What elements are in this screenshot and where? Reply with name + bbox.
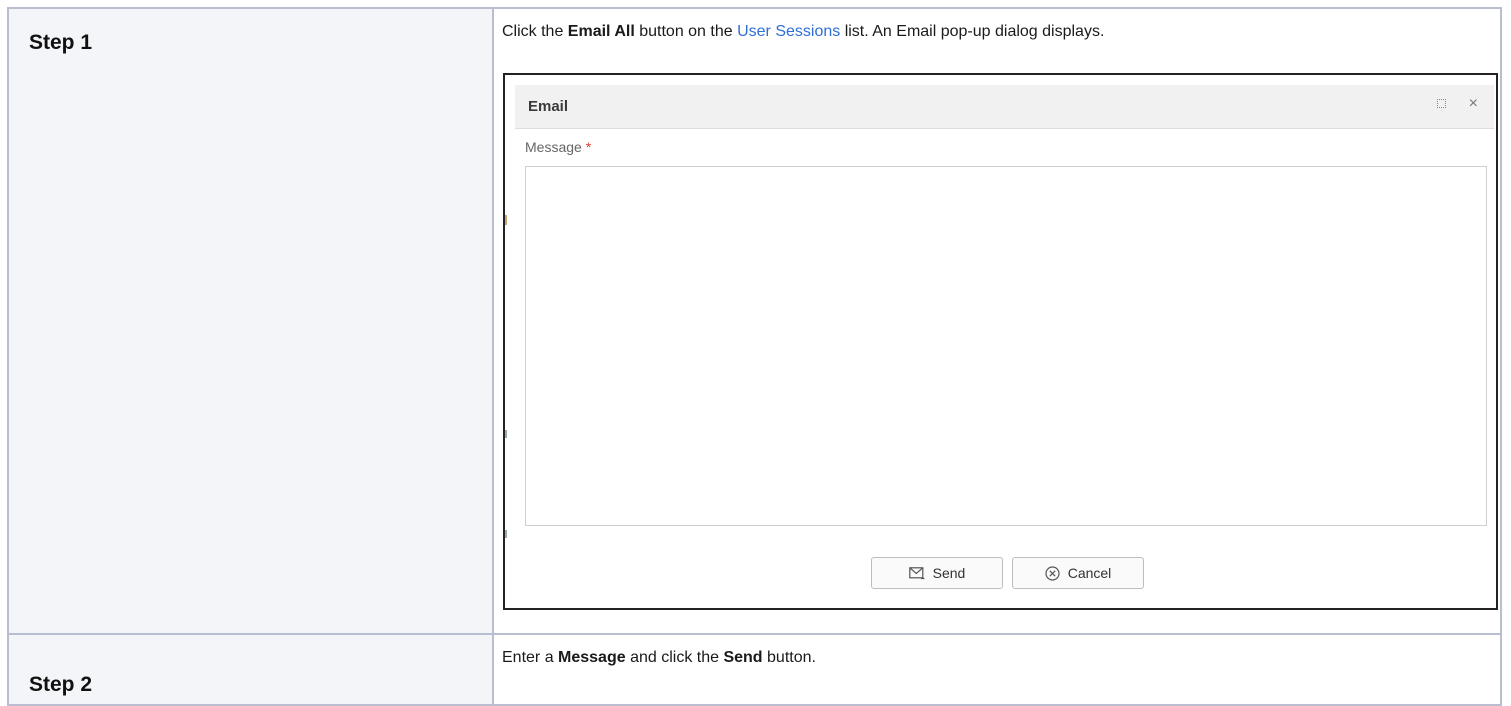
step-label: Step 1 (29, 31, 93, 54)
dialog-title: Email (528, 98, 569, 115)
instruction-text: button. (762, 649, 816, 666)
edge-artifact (505, 215, 507, 225)
cancel-button-label: Cancel (1067, 565, 1112, 581)
cancel-circle-icon (1045, 565, 1060, 581)
message-label-text: Message (525, 139, 582, 155)
dialog-body: Message * Send Cancel (515, 129, 1494, 608)
edge-artifact (505, 530, 507, 538)
instruction-text: Enter a (502, 649, 559, 666)
maximize-icon[interactable] (1437, 99, 1446, 108)
message-textarea[interactable] (525, 166, 1487, 526)
edge-artifact (505, 430, 507, 438)
step-instruction: Enter a Message and click the Send butto… (494, 635, 1500, 668)
step-content-cell: Enter a Message and click the Send butto… (492, 633, 1502, 706)
cancel-button[interactable]: Cancel (1012, 557, 1144, 589)
required-marker: * (585, 139, 592, 155)
user-sessions-link[interactable]: User Sessions (737, 23, 840, 40)
step-row-2: Step 2 Enter a Message and click the Sen… (7, 633, 1502, 706)
instruction-text: button on the (634, 23, 738, 40)
send-button-label: Send (932, 565, 966, 581)
step-label-cell: Step 1 (7, 7, 494, 635)
instruction-bold-email-all: Email All (567, 23, 635, 40)
email-dialog-screenshot: Email × Message * Send Cancel (503, 73, 1498, 610)
step-label-cell: Step 2 (7, 633, 494, 706)
send-mail-icon (908, 566, 925, 579)
message-label: Message * (525, 139, 591, 155)
instruction-bold-send: Send (723, 649, 763, 666)
instruction-bold-message: Message (558, 649, 626, 666)
instruction-text: list. An Email pop-up dialog displays. (840, 23, 1105, 40)
send-button[interactable]: Send (871, 557, 1003, 589)
step-instruction: Click the Email All button on the User S… (494, 9, 1500, 42)
dialog-header: Email × (515, 85, 1494, 129)
close-icon[interactable]: × (1469, 96, 1478, 112)
instruction-text: Click the (502, 23, 568, 40)
step-label: Step 2 (29, 673, 93, 696)
instruction-text: and click the (625, 649, 724, 666)
